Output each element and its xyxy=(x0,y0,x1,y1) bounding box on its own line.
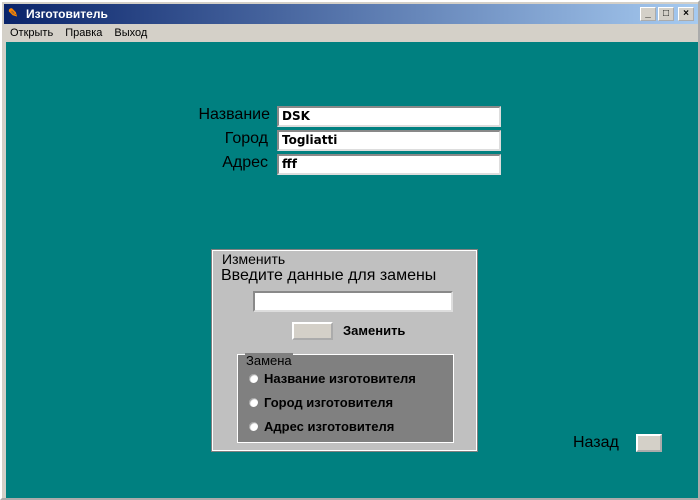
address-label: Адрес xyxy=(222,154,268,171)
change-group: Изменить Введите данные для замены Замен… xyxy=(211,249,478,452)
maximize-button[interactable]: □ xyxy=(658,7,674,21)
title-bar[interactable]: ✎ Изготовитель _ □ × xyxy=(4,4,698,24)
radio-circle[interactable] xyxy=(248,373,259,384)
app-torch-icon: ✎ xyxy=(8,6,19,20)
replace-input[interactable] xyxy=(253,291,453,312)
address-input[interactable]: fff xyxy=(277,154,501,175)
close-button[interactable]: × xyxy=(678,7,694,21)
minimize-button[interactable]: _ xyxy=(640,7,656,21)
city-input[interactable]: Togliatti xyxy=(277,130,501,151)
replace-options-caption: Замена xyxy=(245,353,293,368)
back-label: Назад xyxy=(573,434,619,451)
back-button[interactable] xyxy=(636,434,662,452)
replace-options-group: Замена Название изготовителя Город изгот… xyxy=(237,353,454,443)
menu-edit[interactable]: Правка xyxy=(59,27,108,39)
radio-circle[interactable] xyxy=(248,397,259,408)
name-label: Название xyxy=(198,106,271,123)
replace-label: Заменить xyxy=(343,323,406,338)
change-group-caption: Изменить xyxy=(221,251,287,267)
menu-open[interactable]: Открыть xyxy=(4,27,59,39)
radio-city[interactable]: Город изготовителя xyxy=(248,395,393,410)
replace-button[interactable] xyxy=(292,322,333,340)
city-label: Город xyxy=(224,130,268,147)
radio-circle[interactable] xyxy=(248,421,259,432)
radio-label: Адрес изготовителя xyxy=(264,419,395,434)
menu-bar: Открыть Правка Выход xyxy=(4,24,153,42)
radio-name[interactable]: Название изготовителя xyxy=(248,371,416,386)
radio-label: Название изготовителя xyxy=(264,371,416,386)
radio-label: Город изготовителя xyxy=(264,395,394,410)
menu-exit[interactable]: Выход xyxy=(108,27,153,39)
radio-address[interactable]: Адрес изготовителя xyxy=(248,419,394,434)
name-input[interactable]: DSK xyxy=(277,106,501,127)
replace-prompt: Введите данные для замены xyxy=(221,267,437,284)
window-title: Изготовитель xyxy=(26,7,108,21)
